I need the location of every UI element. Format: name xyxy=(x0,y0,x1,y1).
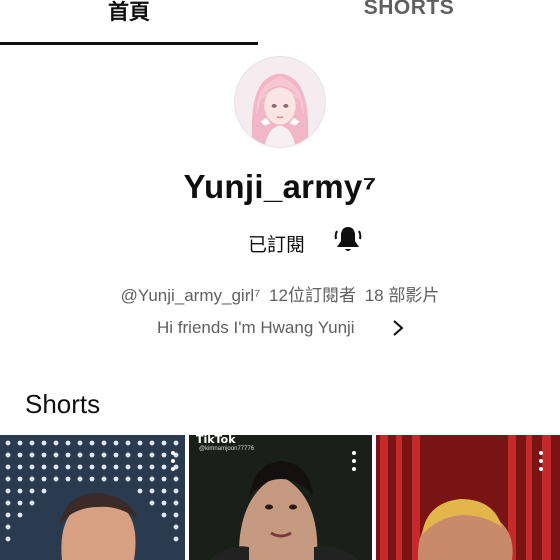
channel-tabs: 首頁 SHORTS xyxy=(0,0,560,46)
more-vert-icon[interactable] xyxy=(536,449,546,473)
tab-shorts[interactable]: SHORTS xyxy=(300,0,518,26)
avatar-image xyxy=(235,57,325,147)
channel-description[interactable]: Hi friends I'm Hwang Yunji xyxy=(157,318,355,342)
short-thumbnail[interactable] xyxy=(189,435,372,560)
chevron-right-icon[interactable] xyxy=(388,317,408,339)
channel-name: Yunji_army⁷ xyxy=(183,168,377,205)
shorts-shelf xyxy=(0,435,560,560)
shorts-section-title: Shorts xyxy=(25,389,101,419)
short-thumbnail[interactable] xyxy=(376,435,560,560)
active-tab-indicator xyxy=(0,42,258,45)
tiktok-watermark: TikTok xyxy=(196,433,236,446)
channel-handle: @Yunji_army_girl⁷ xyxy=(120,286,261,305)
bell-icon[interactable] xyxy=(331,222,365,256)
tiktok-watermark-user: @kimnamjoon77776 xyxy=(199,446,255,452)
short-thumbnail[interactable] xyxy=(0,435,185,560)
more-vert-icon[interactable] xyxy=(349,449,359,473)
video-count: 18 部影片 xyxy=(364,286,440,305)
subscriber-count: 12位訂閱者 xyxy=(269,286,356,305)
tab-home[interactable]: 首頁 xyxy=(0,0,258,26)
channel-avatar[interactable] xyxy=(234,56,326,148)
subscribed-button[interactable]: 已訂閱 xyxy=(248,230,305,257)
more-vert-icon[interactable] xyxy=(168,449,178,473)
channel-meta: @Yunji_army_girl⁷ 12位訂閱者 18 部影片 xyxy=(0,281,560,306)
subscription-row: 已訂閱 xyxy=(0,224,560,258)
